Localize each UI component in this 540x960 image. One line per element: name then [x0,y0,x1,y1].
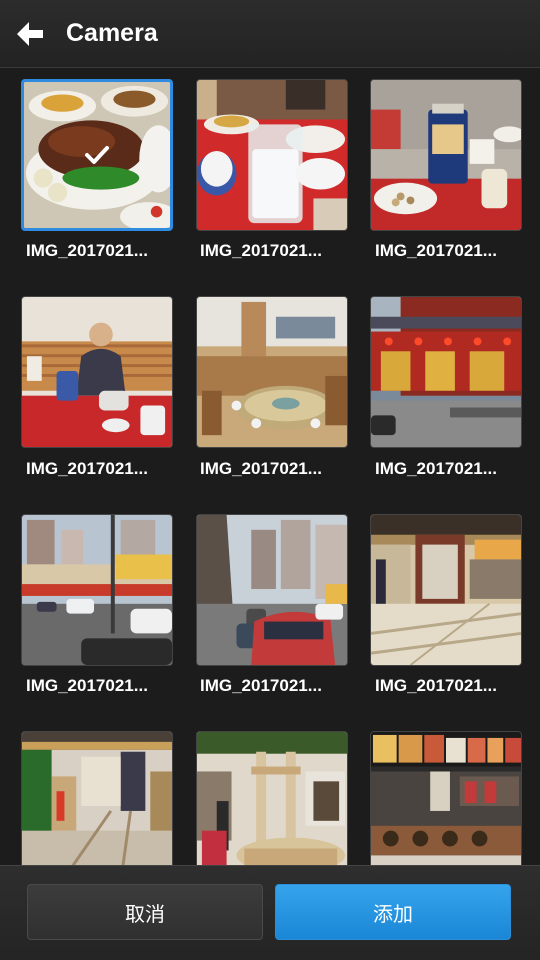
page-title: Camera [66,19,158,47]
photo-thumbnail [371,297,521,447]
photo-tile-1[interactable] [21,79,173,231]
checkmark-icon [85,146,109,164]
photo-thumbnail [197,732,347,865]
photo-thumbnail [197,515,347,665]
photo-thumbnail [22,732,172,865]
photo-tile-2[interactable] [196,79,348,231]
photo-grid: IMG_2017021... IMG_2017021... IMG_201702… [0,68,540,865]
photo-caption: IMG_2017021... [375,241,497,260]
photo-tile-7[interactable] [21,514,173,666]
photo-tile-3[interactable] [370,79,522,231]
photo-tile-12[interactable] [370,731,522,865]
image-picker-screen: Camera IMG_2017021... IMG_2017021... IMG… [0,0,540,960]
photo-thumbnail [197,80,347,230]
photo-caption: IMG_2017021... [26,459,148,478]
back-arrow-icon [17,21,43,46]
photo-caption: IMG_2017021... [26,241,148,260]
photo-tile-9[interactable] [370,514,522,666]
cancel-button[interactable]: 取消 [27,884,263,940]
photo-caption: IMG_2017021... [200,676,322,695]
photo-tile-10[interactable] [21,731,173,865]
photo-thumbnail [197,297,347,447]
photo-caption: IMG_2017021... [375,459,497,478]
photo-thumbnail [22,515,172,665]
add-button[interactable]: 添加 [275,884,511,940]
bottom-action-bar: 取消 添加 [0,865,540,960]
photo-caption: IMG_2017021... [375,676,497,695]
photo-tile-5[interactable] [196,296,348,448]
photo-tile-4[interactable] [21,296,173,448]
photo-caption: IMG_2017021... [200,459,322,478]
photo-caption: IMG_2017021... [26,676,148,695]
photo-thumbnail [371,732,521,865]
photo-tile-8[interactable] [196,514,348,666]
photo-tile-11[interactable] [196,731,348,865]
photo-thumbnail [371,515,521,665]
photo-thumbnail [22,297,172,447]
back-button[interactable] [0,0,60,68]
photo-thumbnail [371,80,521,230]
photo-tile-6[interactable] [370,296,522,448]
top-app-bar: Camera [0,0,540,68]
photo-caption: IMG_2017021... [200,241,322,260]
